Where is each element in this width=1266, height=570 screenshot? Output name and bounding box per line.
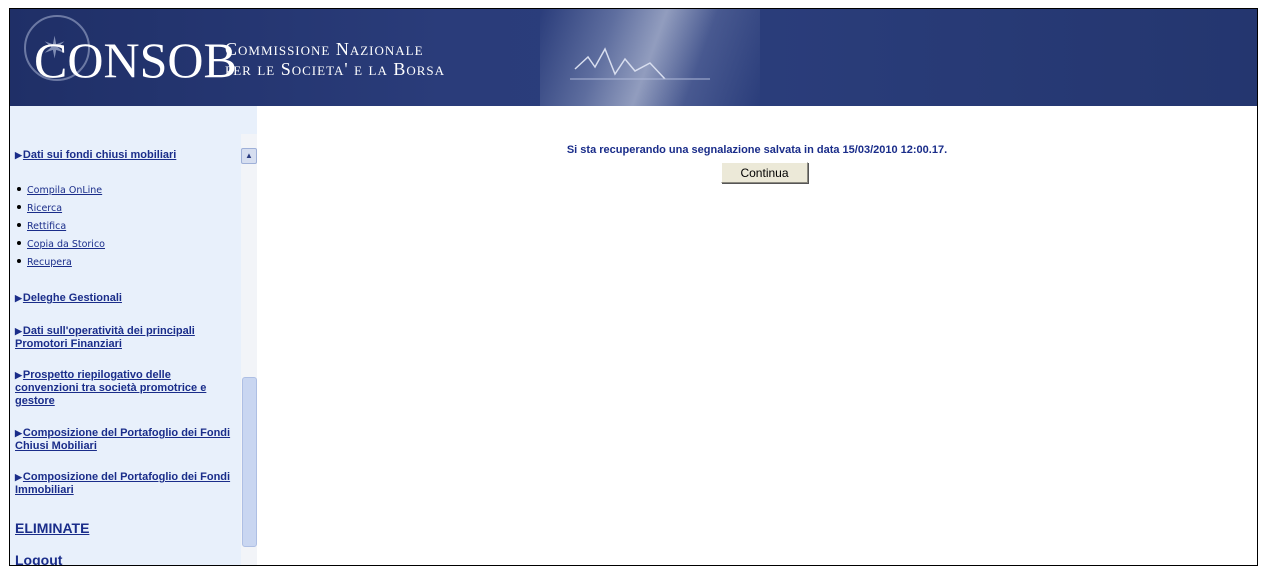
sidebar-link[interactable]: Recupera (27, 257, 72, 268)
bullet-icon (17, 241, 21, 246)
arrow-up-icon[interactable]: ▲ (241, 148, 257, 164)
triangle-right-icon: ▶ (15, 472, 22, 482)
sidebar-scrollbar[interactable]: ▲ ▼ (241, 134, 257, 565)
sidebar-section-label: Composizione del Portafoglio dei Fondi C… (15, 427, 231, 452)
bullet-icon (17, 187, 21, 192)
sidebar-section-dati-fondi-chiusi[interactable]: ▶Dati sui fondi chiusi mobiliari (15, 149, 176, 162)
sidebar-section-label: Dati sull'operatività dei principali Pro… (15, 325, 195, 350)
sidebar-item-recupera[interactable]: Recupera (15, 257, 72, 269)
logo-subtitle-line2: per le Societa' e la Borsa (225, 59, 446, 79)
sidebar-link-eliminate[interactable]: ELIMINATE (15, 520, 89, 536)
continue-button[interactable]: Continua (721, 162, 808, 183)
sidebar-link[interactable]: Copia da Storico (27, 239, 105, 250)
logo-subtitle: Commissione Nazionale per le Societa' e … (225, 39, 445, 79)
sidebar-item-copia-storico[interactable]: Copia da Storico (15, 239, 105, 251)
sidebar-link[interactable]: Rettifica (27, 221, 66, 232)
sidebar-section-label: Dati sui fondi chiusi mobiliari (22, 149, 177, 161)
sidebar-section-prospetto[interactable]: ▶Prospetto riepilogativo delle convenzio… (15, 369, 235, 408)
sidebar-section-portafoglio-immobiliari[interactable]: ▶Composizione del Portafoglio dei Fondi … (15, 471, 235, 497)
triangle-right-icon: ▶ (15, 370, 22, 380)
bullet-icon (17, 259, 21, 264)
sidebar-section-deleghe[interactable]: ▶Deleghe Gestionali (15, 292, 122, 305)
app-window: ✶ CONSOB Commissione Nazionale per le So… (9, 8, 1258, 566)
bullet-icon (17, 223, 21, 228)
sidebar-section-label: Prospetto riepilogativo delle convenzion… (15, 369, 207, 407)
sidebar-item-rettifica[interactable]: Rettifica (15, 221, 66, 233)
sidebar: ▶Dati sui fondi chiusi mobiliari Compila… (10, 106, 257, 565)
stock-chart-icon (570, 47, 710, 80)
sidebar-link[interactable]: Compila OnLine (27, 185, 102, 196)
triangle-right-icon: ▶ (15, 326, 22, 336)
recovery-message: Si sta recuperando una segnalazione salv… (566, 144, 948, 156)
sidebar-link[interactable]: Ricerca (27, 203, 62, 214)
sidebar-section-promotori[interactable]: ▶Dati sull'operatività dei principali Pr… (15, 325, 235, 351)
triangle-right-icon: ▶ (15, 293, 22, 303)
sidebar-item-ricerca[interactable]: Ricerca (15, 203, 62, 215)
consob-logo: CONSOB (34, 32, 237, 88)
triangle-right-icon: ▶ (15, 428, 22, 438)
header-banner: ✶ CONSOB Commissione Nazionale per le So… (10, 9, 1257, 106)
sidebar-link-logout[interactable]: Logout (15, 552, 62, 565)
logo-subtitle-line1: Commissione Nazionale (225, 39, 424, 59)
main-content: Si sta recuperando una segnalazione salv… (257, 106, 1257, 565)
bullet-icon (17, 205, 21, 210)
sidebar-section-label: Deleghe Gestionali (22, 292, 122, 304)
sidebar-section-label: Composizione del Portafoglio dei Fondi I… (15, 471, 231, 496)
sidebar-item-compila-online[interactable]: Compila OnLine (15, 185, 102, 197)
scrollbar-thumb[interactable] (242, 377, 257, 547)
sidebar-section-portafoglio-mobiliari[interactable]: ▶Composizione del Portafoglio dei Fondi … (15, 427, 235, 453)
triangle-right-icon: ▶ (15, 150, 22, 160)
